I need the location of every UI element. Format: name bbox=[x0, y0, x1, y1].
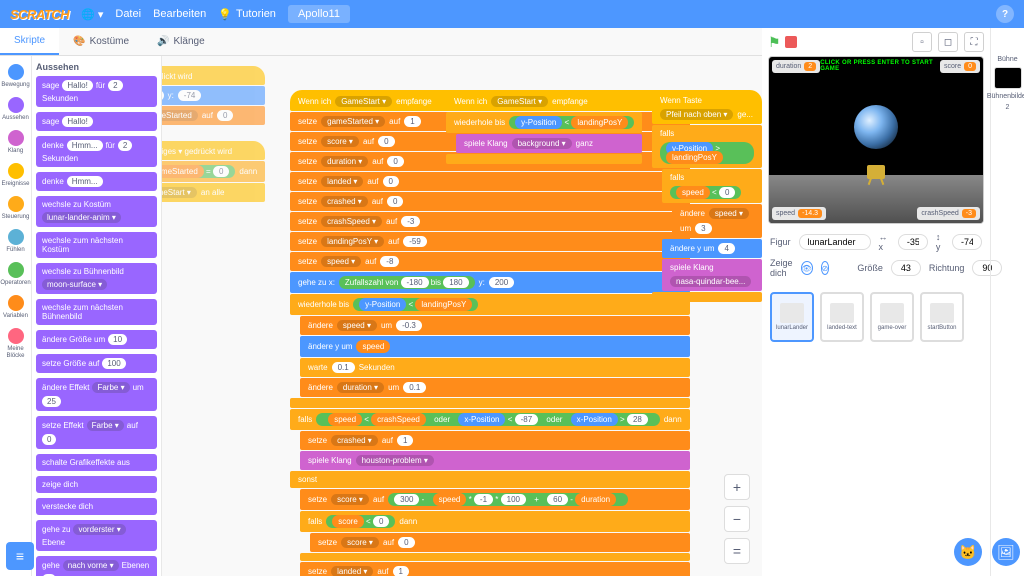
palette-block[interactable]: wechsle zum nächsten Kostüm bbox=[36, 232, 157, 258]
scratch-logo: SCRATCH bbox=[10, 7, 69, 22]
sprite-y-input[interactable] bbox=[952, 234, 982, 250]
hat-flag[interactable]: angeklickt wird bbox=[162, 66, 265, 85]
goto-block[interactable]: -35 y: -74 bbox=[162, 86, 265, 105]
stage-large[interactable]: ◻ bbox=[938, 32, 958, 52]
sprite-card-landed-text[interactable]: landed-text bbox=[820, 292, 864, 342]
sprite-card-lunarLander[interactable]: lunarLander bbox=[770, 292, 814, 342]
palette-block[interactable]: schalte Grafikeffekte aus bbox=[36, 454, 157, 471]
hat-key[interactable]: beliebiges ▾ gedrückt wird bbox=[162, 141, 265, 160]
palette-block[interactable]: ändere Effekt Farbe ▾ um 25 bbox=[36, 378, 157, 411]
zoom-out[interactable]: − bbox=[724, 506, 750, 532]
block-categories: BewegungAussehenKlangEreignisseSteuerung… bbox=[0, 56, 32, 576]
palette-block[interactable]: wechsle zu Bühnenbild moon-surface ▾ bbox=[36, 263, 157, 294]
stage-message: CLICK OR PRESS ENTER TO START GAME bbox=[820, 60, 940, 73]
category-Operatoren[interactable]: Operatoren bbox=[0, 258, 31, 291]
palette-block[interactable]: gehe zu vorderster ▾ Ebene bbox=[36, 520, 157, 551]
palette-block[interactable]: sage Hallo! für 2 Sekunden bbox=[36, 76, 157, 107]
sprite-name-input[interactable] bbox=[799, 234, 871, 250]
file-menu[interactable]: Datei bbox=[115, 8, 141, 20]
stage-small[interactable]: ▫ bbox=[912, 32, 932, 52]
if-block[interactable]: gameStarted = 0 dann bbox=[162, 161, 265, 182]
backpack-toggle[interactable]: ≡ bbox=[6, 542, 34, 570]
tab-costumes[interactable]: 🎨 Kostüme bbox=[59, 28, 143, 55]
menu-bar: SCRATCH 🌐 ▾ Datei Bearbeiten 💡 Tutorien … bbox=[0, 0, 1024, 28]
show-label: Zeige dich bbox=[770, 258, 793, 278]
stop-button[interactable] bbox=[785, 36, 797, 48]
zoom-reset[interactable]: = bbox=[724, 538, 750, 564]
palette-block[interactable]: setze Größe auf 100 bbox=[36, 354, 157, 373]
palette-block[interactable]: verstecke dich bbox=[36, 498, 157, 515]
palette-block[interactable]: denke Hmm... für 2 Sekunden bbox=[36, 136, 157, 167]
set-block[interactable]: setze crashed ▾ auf 0 bbox=[290, 192, 690, 211]
script-key-up[interactable]: Wenn Taste Pfeil nach oben ▾ ge... falls… bbox=[652, 90, 762, 303]
backdrop-count: 2 bbox=[1006, 104, 1010, 111]
readout-speed: speed-14.3 bbox=[772, 207, 826, 220]
readout-duration: duration2 bbox=[772, 60, 820, 73]
script-bg-sound[interactable]: Wenn ich GameStart ▾ empfange wiederhole… bbox=[446, 90, 642, 165]
stage-title: Bühne bbox=[997, 56, 1017, 63]
category-Klang[interactable]: Klang bbox=[0, 126, 31, 159]
category-Meine Blöcke[interactable]: Meine Blöcke bbox=[0, 324, 31, 364]
add-backdrop-button[interactable]: 🖼 bbox=[992, 538, 1020, 566]
zoom-in[interactable]: + bbox=[724, 474, 750, 500]
green-flag[interactable]: ⚑ bbox=[768, 34, 781, 51]
dir-label: Richtung bbox=[929, 263, 965, 273]
palette-block[interactable]: wechsle zum nächsten Bühnenbild bbox=[36, 299, 157, 325]
sprite-size-input[interactable] bbox=[891, 260, 921, 276]
category-Aussehen[interactable]: Aussehen bbox=[0, 93, 31, 126]
category-Bewegung[interactable]: Bewegung bbox=[0, 60, 31, 93]
backdrop-panel: Bühne Bühnenbilder 2 🖼 bbox=[990, 28, 1024, 576]
hide-button[interactable]: ⊘ bbox=[821, 261, 830, 275]
size-label: Größe bbox=[857, 263, 883, 273]
palette-header: Aussehen bbox=[36, 62, 157, 72]
backdrop-label: Bühnenbilder bbox=[987, 93, 1024, 100]
help-button[interactable]: ? bbox=[996, 5, 1014, 23]
stage-full[interactable]: ⛶ bbox=[964, 32, 984, 52]
broadcast[interactable]: GameStart ▾ an alle bbox=[162, 183, 265, 202]
palette-block[interactable]: setze Effekt Farbe ▾ auf 0 bbox=[36, 416, 157, 449]
palette-block[interactable]: ändere Größe um 10 bbox=[36, 330, 157, 349]
editor-tabs: Skripte 🎨 Kostüme 🔊 Klänge bbox=[0, 28, 762, 56]
palette-block[interactable]: denke Hmm... bbox=[36, 172, 157, 191]
readout-score: score0 bbox=[940, 60, 980, 73]
category-Ereignisse[interactable]: Ereignisse bbox=[0, 159, 31, 192]
stage[interactable]: duration2 CLICK OR PRESS ENTER TO START … bbox=[768, 56, 984, 224]
sprite-selector: lunarLanderlanded-textgame-overstartButt… bbox=[762, 292, 990, 342]
palette-block[interactable]: gehe nach vorne ▾ Ebenen 1 bbox=[36, 556, 157, 576]
edit-menu[interactable]: Bearbeiten bbox=[153, 8, 206, 20]
palette-block[interactable]: sage Hallo! bbox=[36, 112, 157, 131]
add-sprite-button[interactable]: 🐱 bbox=[954, 538, 982, 566]
readout-crashspeed: crashSpeed-3 bbox=[917, 207, 980, 220]
set-block[interactable]: setze crashSpeed ▾ auf -3 bbox=[290, 212, 690, 231]
palette-block[interactable]: wechsle zu Kostüm lunar-lander-anim ▾ bbox=[36, 196, 157, 227]
set-block[interactable]: setze landingPosY ▾ auf -59 bbox=[290, 232, 690, 251]
show-button[interactable]: 👁 bbox=[801, 261, 813, 275]
palette-block[interactable]: zeige dich bbox=[36, 476, 157, 493]
tab-sounds[interactable]: 🔊 Klänge bbox=[143, 28, 219, 55]
project-name-input[interactable]: Apollo11 bbox=[288, 5, 350, 23]
tab-scripts[interactable]: Skripte bbox=[0, 28, 59, 55]
category-Fühlen[interactable]: Fühlen bbox=[0, 225, 31, 258]
earth-graphic bbox=[854, 105, 898, 149]
script-workspace[interactable]: angeklickt wird -35 y: -74 gameStarted a… bbox=[162, 56, 762, 576]
sprite-info-panel: Figur ↔ x ↕ y Zeige dich 👁 ⊘ Größe Richt… bbox=[762, 224, 990, 292]
sprite-card-game-over[interactable]: game-over bbox=[870, 292, 914, 342]
tutorials-menu[interactable]: 💡 Tutorien bbox=[218, 8, 276, 21]
stage-header: ⚑ ▫ ◻ ⛶ bbox=[762, 28, 990, 56]
set-block[interactable]: setze speed ▾ auf -8 bbox=[290, 252, 690, 271]
set-var[interactable]: gameStarted auf 0 bbox=[162, 106, 265, 125]
block-palette: Aussehen sage Hallo! für 2 Sekunden sage … bbox=[32, 56, 162, 576]
sprite-card-startButton[interactable]: startButton bbox=[920, 292, 964, 342]
backdrop-thumb[interactable] bbox=[994, 67, 1022, 89]
sprite-x-input[interactable] bbox=[898, 234, 928, 250]
category-Variablen[interactable]: Variablen bbox=[0, 291, 31, 324]
zoom-controls: + − = bbox=[724, 474, 750, 564]
lunar-lander-sprite bbox=[867, 165, 885, 179]
sprite-label: Figur bbox=[770, 237, 791, 247]
lang-menu[interactable]: 🌐 ▾ bbox=[81, 8, 103, 21]
set-block[interactable]: setze landed ▾ auf 0 bbox=[290, 172, 690, 191]
category-Steuerung[interactable]: Steuerung bbox=[0, 192, 31, 225]
